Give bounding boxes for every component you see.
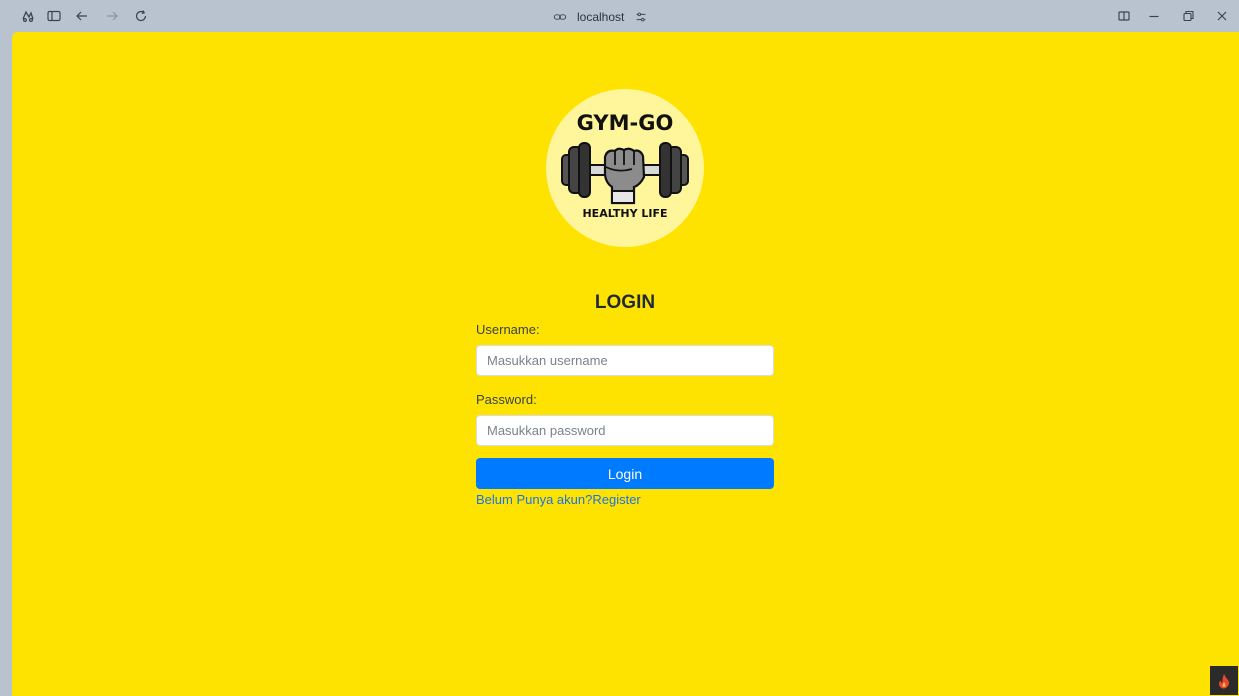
extensions-icon[interactable] xyxy=(20,8,36,24)
reload-icon[interactable] xyxy=(133,8,149,24)
logo-tagline: HEALTHY LIFE xyxy=(582,207,668,220)
back-icon[interactable] xyxy=(74,8,90,24)
restore-icon[interactable] xyxy=(1180,8,1196,24)
register-link[interactable]: Belum Punya akun?Register xyxy=(476,492,641,507)
username-input[interactable] xyxy=(476,345,774,376)
flame-icon xyxy=(1218,673,1229,688)
site-settings-icon[interactable] xyxy=(634,10,648,24)
split-view-icon[interactable] xyxy=(1116,8,1132,24)
sidebar-icon[interactable] xyxy=(46,8,62,24)
password-input[interactable] xyxy=(476,415,774,446)
address-bar[interactable]: localhost xyxy=(553,8,648,26)
address-text: localhost xyxy=(577,10,625,24)
username-label: Username: xyxy=(476,322,540,337)
browser-titlebar: localhost xyxy=(0,0,1239,32)
dumbbell-fist-icon xyxy=(561,142,689,205)
close-icon[interactable] xyxy=(1214,8,1230,24)
logo-title: GYM-GO xyxy=(576,111,674,135)
forward-icon[interactable] xyxy=(104,8,120,24)
gym-go-logo: GYM-GO HEALTHY LIFE xyxy=(546,89,704,247)
page-viewport: GYM-GO HEALTHY LIFE LOGIN Username: Pass… xyxy=(12,32,1239,696)
link-icon xyxy=(553,10,567,24)
minimize-icon[interactable] xyxy=(1146,8,1162,24)
debug-toolbar-button[interactable] xyxy=(1210,666,1238,695)
login-title: LOGIN xyxy=(594,292,656,313)
login-button[interactable]: Login xyxy=(476,458,774,489)
password-label: Password: xyxy=(476,392,537,407)
